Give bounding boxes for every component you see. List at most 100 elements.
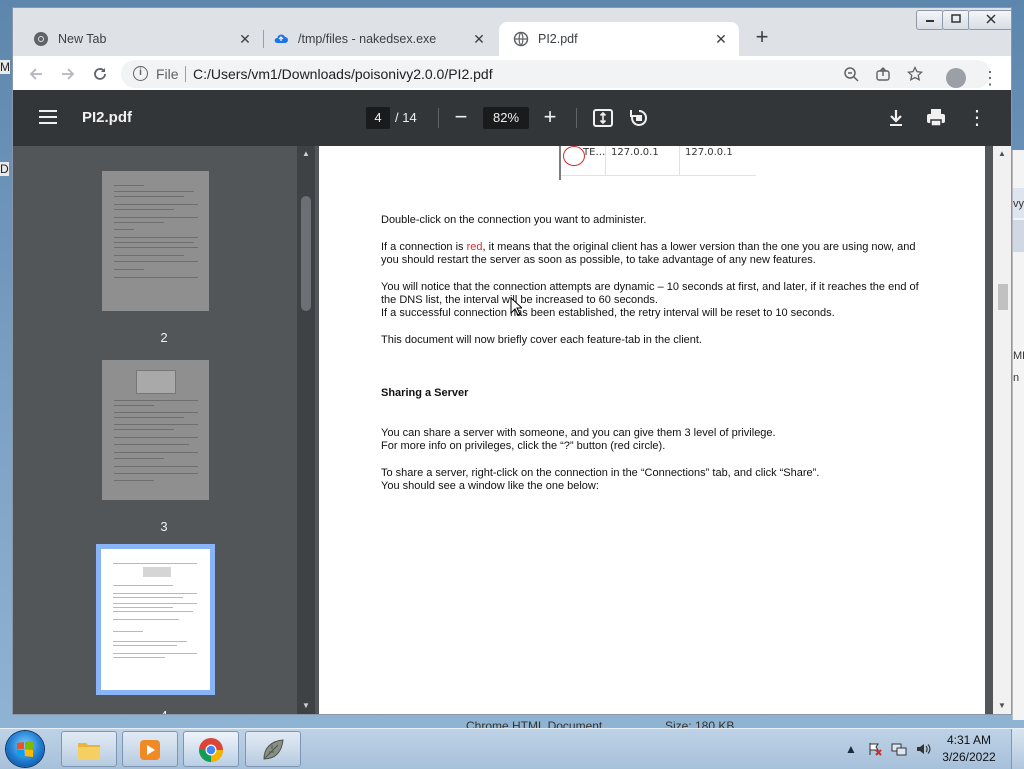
reload-button[interactable] xyxy=(89,63,111,85)
globe-icon xyxy=(513,31,529,47)
zoom-magnifier-icon[interactable] xyxy=(841,64,861,84)
clock[interactable]: 4:31 AM 3/26/2022 xyxy=(934,732,1004,766)
tray-expand-arrow-icon[interactable]: ▲ xyxy=(843,741,859,757)
scroll-down-arrow-icon[interactable]: ▼ xyxy=(993,700,1011,712)
show-desktop-button[interactable] xyxy=(1011,729,1024,769)
background-window-text-2: ML xyxy=(1013,350,1024,362)
paragraph-5-line-2: For more info on privileges, click the “… xyxy=(381,440,666,452)
tab-new-tab[interactable]: New Tab ✕ xyxy=(13,22,264,56)
cloud-icon xyxy=(273,31,289,47)
maximize-button[interactable] xyxy=(942,10,970,30)
thumbnail-page-4[interactable] xyxy=(96,544,215,695)
tab-pi2-pdf[interactable]: PI2.pdf ✕ xyxy=(499,22,739,56)
leaf-icon xyxy=(263,739,284,760)
document-viewport: TE… 127.0.0.1 127.0.0.1 Double-click on … xyxy=(315,146,1011,714)
windows-logo-icon xyxy=(17,741,33,757)
chrome-icon xyxy=(199,738,223,762)
thumbnail-label: 3 xyxy=(160,519,168,534)
tab-title: /tmp/files - nakedsex.exe xyxy=(298,32,437,46)
thumbnail-page-3[interactable] xyxy=(102,360,209,500)
connection-ip-cell: 127.0.0.1 xyxy=(611,147,659,158)
share-icon[interactable] xyxy=(873,64,893,84)
sidebar-menu-icon[interactable] xyxy=(39,110,57,124)
pdf-more-menu-icon[interactable]: ⋮ xyxy=(965,106,989,130)
zoom-input[interactable]: 82% xyxy=(483,107,529,129)
desktop-edge-text-1: M xyxy=(0,60,10,74)
paragraph-5-line-1: You can share a server with someone, and… xyxy=(381,427,776,439)
tab-strip: New Tab ✕ /tmp/files - nakedsex.exe ✕ PI… xyxy=(13,8,1011,56)
network-icon[interactable] xyxy=(891,741,907,757)
paragraph-4: This document will now briefly cover eac… xyxy=(381,334,702,346)
paragraph-6-line-2: You should see a window like the one bel… xyxy=(381,480,599,492)
background-window-text-3: n xyxy=(1013,372,1020,384)
taskbar-explorer-button[interactable] xyxy=(61,731,117,767)
background-window-text-1: vy xyxy=(1013,198,1024,210)
taskbar-media-button[interactable] xyxy=(122,731,178,767)
paragraph-3-line-3: If a successful connection has been esta… xyxy=(381,307,835,319)
taskbar-chrome-button[interactable] xyxy=(183,731,239,767)
thumbnail-label: 2 xyxy=(160,330,168,345)
scroll-up-arrow-icon[interactable]: ▲ xyxy=(993,148,1011,160)
volume-icon[interactable] xyxy=(915,741,931,757)
bookmark-star-icon[interactable] xyxy=(905,64,925,84)
paragraph-3-line-1: You will notice that the connection atte… xyxy=(381,281,919,293)
tab-tmp-files[interactable]: /tmp/files - nakedsex.exe ✕ xyxy=(263,22,497,56)
page-number-input[interactable]: 4 xyxy=(366,107,390,129)
sidebar-scrollbar[interactable]: ▲ ▼ xyxy=(297,146,315,714)
red-circle-mark xyxy=(563,146,585,166)
folder-icon xyxy=(78,743,100,759)
taskbar: ▲ 4:31 AM 3/26/2022 xyxy=(0,728,1024,769)
clock-date: 3/26/2022 xyxy=(942,750,996,764)
window-close-button[interactable] xyxy=(968,10,1011,30)
start-button[interactable] xyxy=(6,731,44,767)
scroll-down-arrow-icon[interactable]: ▼ xyxy=(297,700,315,712)
tab-close-button[interactable]: ✕ xyxy=(713,31,729,47)
browser-menu-icon[interactable]: ⋮ xyxy=(981,69,999,89)
document-scrollbar[interactable]: ▲ ▼ xyxy=(993,146,1011,714)
forward-button[interactable] xyxy=(57,63,79,85)
section-heading: Sharing a Server xyxy=(381,387,469,399)
print-icon[interactable] xyxy=(924,106,948,130)
chrome-window: New Tab ✕ /tmp/files - nakedsex.exe ✕ PI… xyxy=(13,8,1011,714)
tab-close-button[interactable]: ✕ xyxy=(471,31,487,47)
back-button[interactable] xyxy=(25,63,47,85)
pdf-toolbar: PI2.pdf 4 / 14 − 82% + ⋮ xyxy=(13,90,1011,146)
browser-toolbar: i File C:/Users/vm1/Downloads/poisonivy2… xyxy=(13,56,1011,90)
rotate-icon[interactable] xyxy=(627,106,651,130)
profile-avatar-icon[interactable] xyxy=(946,68,966,88)
clock-time: 4:31 AM xyxy=(946,733,992,747)
document-scroll-thumb[interactable] xyxy=(998,284,1008,310)
new-tab-button[interactable]: + xyxy=(750,26,774,50)
mouse-cursor-icon xyxy=(510,297,522,316)
paragraph-6-line-1: To share a server, right-click on the co… xyxy=(381,467,820,479)
zoom-in-button[interactable]: + xyxy=(538,104,562,130)
minimize-button[interactable] xyxy=(916,10,944,30)
fit-to-page-icon[interactable] xyxy=(591,106,615,130)
info-icon[interactable]: i xyxy=(133,66,148,81)
chrome-icon xyxy=(33,31,49,47)
scroll-up-arrow-icon[interactable]: ▲ xyxy=(297,148,315,160)
address-bar[interactable]: i File C:/Users/vm1/Downloads/poisonivy2… xyxy=(121,60,991,88)
thumbnail-page-2[interactable] xyxy=(102,171,209,311)
sidebar-scroll-thumb[interactable] xyxy=(301,196,311,311)
paragraph-2-line-2: you should restart the server as soon as… xyxy=(381,254,816,266)
action-center-flag-icon[interactable] xyxy=(867,741,883,757)
tab-title: New Tab xyxy=(58,32,107,46)
thumbnail-sidebar: 2 3 ▲ ▼ xyxy=(13,146,315,714)
zoom-out-button[interactable]: − xyxy=(449,104,473,130)
tab-close-button[interactable]: ✕ xyxy=(237,31,253,47)
pdf-page: TE… 127.0.0.1 127.0.0.1 Double-click on … xyxy=(319,146,985,714)
tab-title: PI2.pdf xyxy=(538,32,578,46)
download-icon[interactable] xyxy=(884,106,908,130)
media-player-icon xyxy=(140,740,160,760)
paragraph-2-line-1: If a connection is red, it means that th… xyxy=(381,241,916,253)
connection-status-cell: TE… xyxy=(583,147,606,158)
connections-screenshot-image: TE… 127.0.0.1 127.0.0.1 xyxy=(559,146,756,180)
url-text[interactable]: C:/Users/vm1/Downloads/poisonivy2.0.0/PI… xyxy=(193,66,493,82)
page-total: / 14 xyxy=(395,110,417,125)
taskbar-poisonivy-button[interactable] xyxy=(245,731,301,767)
background-window: vy ML n xyxy=(1012,150,1024,720)
thumbnail-label: 4 xyxy=(13,708,315,714)
connection-ip-cell: 127.0.0.1 xyxy=(685,147,733,158)
desktop-edge-text-2: D xyxy=(0,162,9,176)
